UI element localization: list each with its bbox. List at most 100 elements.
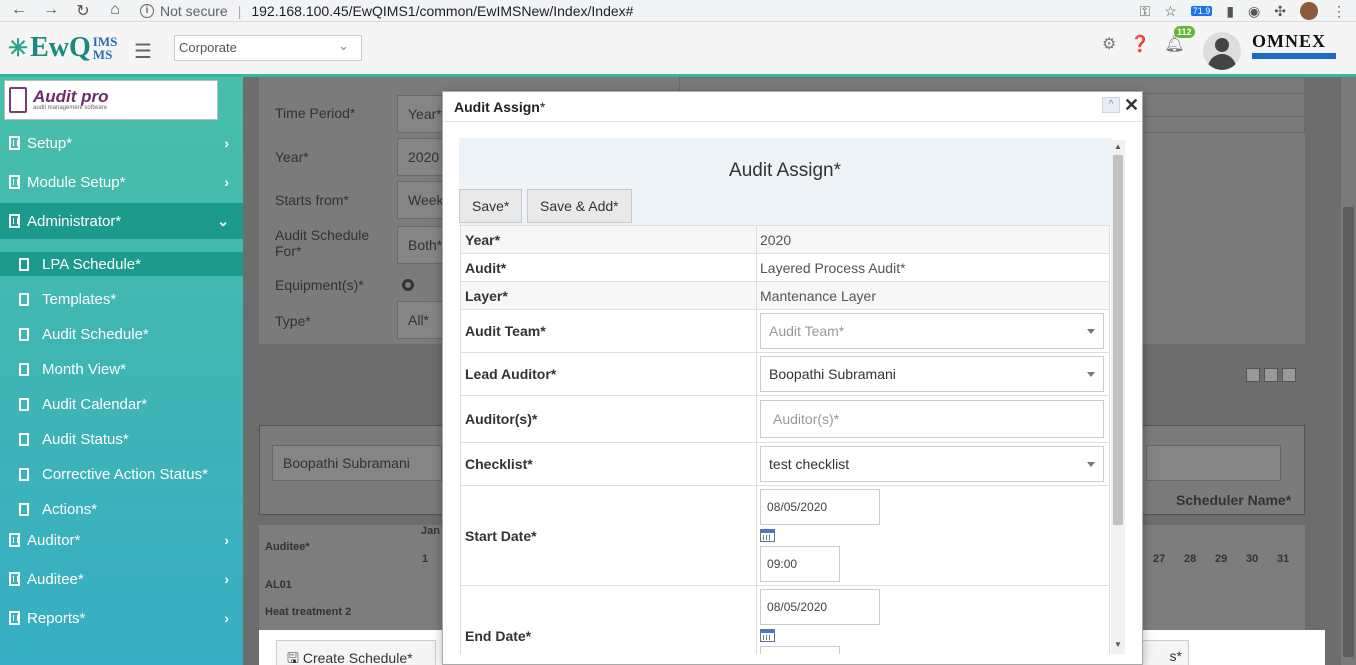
- app-header: ✳ Ew Q IMS MS ☰ Corporate ⌄ ⚙ ❓ 🔔︎ 112 OM…: [0, 22, 1356, 77]
- url-text[interactable]: 192.168.100.45/EwQIMS1/common/EwIMSNew/I…: [251, 3, 633, 19]
- notification-badge[interactable]: 112: [1174, 26, 1195, 38]
- calendar-icon[interactable]: [760, 629, 776, 642]
- home-icon[interactable]: ⌂: [106, 1, 124, 21]
- save-icon: 🖫: [287, 650, 303, 665]
- grid-month: Jan: [421, 525, 440, 537]
- clipboard-icon: [9, 87, 27, 113]
- modal-scrollbar[interactable]: ▲ ▼: [1111, 140, 1125, 654]
- equipment-radio[interactable]: [402, 279, 414, 291]
- sidebar-subitem-corrective-action-status[interactable]: Corrective Action Status*: [0, 457, 243, 491]
- chevron-right-icon: ›: [224, 571, 229, 587]
- save-and-add-button[interactable]: Save & Add*: [527, 189, 632, 223]
- extension-badge[interactable]: 71.9: [1190, 6, 1213, 16]
- chevron-right-icon: ›: [224, 135, 229, 151]
- gear-icon[interactable]: ⚙: [1102, 34, 1116, 54]
- sidebar: Audit pro audit management software Setu…: [0, 77, 243, 665]
- page-scrollbar[interactable]: [1341, 77, 1356, 665]
- table-icon[interactable]: [1282, 368, 1296, 382]
- sidebar-subitem-audit-status[interactable]: Audit Status*: [0, 422, 243, 456]
- sidebar-subitem-templates[interactable]: Templates*: [0, 282, 243, 316]
- security-label: Not secure: [160, 2, 228, 19]
- sidebar-item-label: Administrator*: [27, 212, 122, 230]
- scheduler-name-input[interactable]: Boopathi Subramani: [272, 445, 442, 481]
- back-icon[interactable]: ←: [10, 1, 28, 21]
- address-bar[interactable]: i Not secure | 192.168.100.45/EwQIMS1/co…: [140, 3, 633, 19]
- save-button[interactable]: Save*: [459, 189, 523, 223]
- calendar-icon[interactable]: [1246, 368, 1260, 382]
- sidebar-subitem-lpa-schedule[interactable]: LPA Schedule*: [0, 252, 243, 276]
- sidebar-item-label: Auditee*: [27, 570, 84, 588]
- sidebar-item-setup[interactable]: Setup* ›: [0, 125, 243, 161]
- close-icon[interactable]: ✕: [1124, 95, 1139, 116]
- user-avatar[interactable]: [1203, 32, 1241, 70]
- modal-title-star: *: [539, 99, 546, 115]
- form-label: Audit Schedule For*: [275, 227, 370, 259]
- auditors-input[interactable]: Auditor(s)*: [760, 400, 1105, 438]
- sidebar-subitem-audit-schedule[interactable]: Audit Schedule*: [0, 317, 243, 351]
- panel-title: Audit Assign*: [729, 160, 841, 181]
- building-icon: [9, 136, 20, 150]
- collapse-icon[interactable]: ^: [1102, 97, 1120, 113]
- profile-avatar[interactable]: [1300, 2, 1318, 20]
- audit-assign-form: Year* 2020 Audit* Layered Process Audit*…: [459, 225, 1110, 654]
- sidebar-item-reports[interactable]: Reports* ›: [0, 600, 243, 636]
- end-time-input[interactable]: [760, 646, 841, 654]
- sidebar-subitem-audit-calendar[interactable]: Audit Calendar*: [0, 387, 243, 421]
- caret-down-icon: [1087, 462, 1096, 467]
- end-date-input[interactable]: 08/05/2020: [760, 589, 881, 625]
- sidebar-item-administrator[interactable]: Administrator* ⌄: [0, 203, 243, 239]
- star-icon[interactable]: ☆: [1164, 3, 1177, 20]
- logo-star-icon: ✳: [8, 35, 29, 62]
- sidebar-item-auditee[interactable]: Auditee* ›: [0, 561, 243, 597]
- sidebar-item-module-setup[interactable]: Module Setup* ›: [0, 164, 243, 200]
- corporate-select[interactable]: Corporate ⌄: [174, 35, 362, 61]
- auditors-label: Auditor(s)*: [459, 395, 758, 443]
- key-icon[interactable]: ⚿: [1140, 3, 1151, 20]
- grid-row-label: Heat treatment 2: [265, 606, 352, 618]
- building-icon: [9, 214, 20, 228]
- forward-icon[interactable]: →: [42, 1, 60, 21]
- lead-auditor-select[interactable]: Boopathi Subramani: [760, 356, 1105, 392]
- building-icon: [19, 362, 29, 376]
- omnex-logo: OMNEX: [1252, 31, 1336, 61]
- corporate-value: Corporate: [179, 40, 237, 55]
- address-separator: |: [237, 2, 242, 19]
- form-row-year: Year* 2020: [459, 225, 1110, 254]
- globe-icon[interactable]: [1264, 368, 1278, 382]
- create-schedule-button[interactable]: 🖫 Create Schedule*: [276, 640, 436, 665]
- sidebar-subitem-label: Actions*: [42, 500, 98, 518]
- extension-icon[interactable]: ▮: [1226, 3, 1234, 20]
- calendar-icon[interactable]: [760, 529, 776, 542]
- puzzle-icon[interactable]: ✣: [1274, 3, 1286, 20]
- sidebar-subitem-label: Audit Schedule*: [42, 325, 149, 343]
- extension-icon-2[interactable]: ◉: [1248, 3, 1260, 20]
- modal-title-text: Audit Assign: [454, 99, 540, 115]
- caret-down-icon: [1087, 372, 1096, 377]
- modal-scroll-thumb[interactable]: [1113, 155, 1123, 525]
- audit-team-select[interactable]: Audit Team*: [760, 313, 1105, 349]
- logo[interactable]: ✳ Ew Q IMS MS: [8, 32, 117, 64]
- chevron-right-icon: ›: [224, 532, 229, 548]
- building-icon: [19, 502, 29, 516]
- sidebar-item-label: Setup*: [27, 134, 73, 152]
- start-date-input[interactable]: 08/05/2020: [760, 489, 881, 525]
- hamburger-icon[interactable]: ☰: [134, 39, 152, 64]
- grid-day: 28: [1184, 553, 1197, 565]
- sidebar-item-auditor[interactable]: Auditor* ›: [0, 522, 243, 558]
- menu-dots-icon[interactable]: ⋮: [1332, 3, 1346, 20]
- help-icon[interactable]: ❓: [1130, 34, 1150, 54]
- start-time-input[interactable]: 09:00: [760, 546, 841, 582]
- reload-icon[interactable]: ↻: [74, 1, 92, 21]
- right-action-button[interactable]: s*: [1139, 640, 1189, 665]
- checklist-label: Checklist*: [459, 442, 758, 486]
- building-icon: [9, 572, 20, 586]
- checklist-select[interactable]: test checklist: [760, 446, 1105, 482]
- scroll-up-icon[interactable]: ▲: [1114, 142, 1122, 151]
- year-value: 2020: [756, 225, 1110, 254]
- scroll-down-icon[interactable]: ▼: [1114, 640, 1122, 649]
- info-icon[interactable]: i: [140, 3, 154, 18]
- sidebar-subitem-actions[interactable]: Actions*: [0, 492, 243, 526]
- sidebar-subitem-month-view[interactable]: Month View*: [0, 352, 243, 386]
- start-date-label: Start Date*: [459, 485, 758, 586]
- audit-label: Audit*: [459, 253, 758, 282]
